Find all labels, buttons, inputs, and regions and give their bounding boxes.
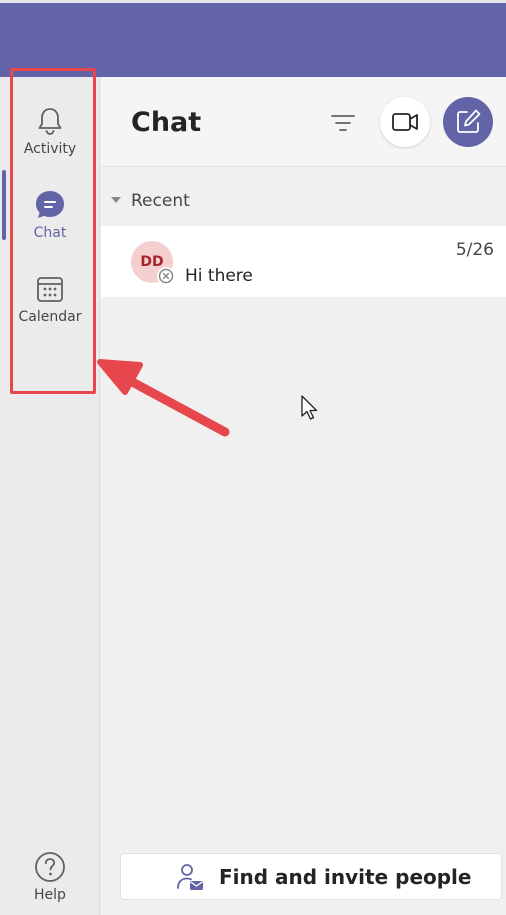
video-camera-icon bbox=[392, 113, 418, 131]
message-preview: Hi there bbox=[185, 266, 253, 286]
find-and-invite-people-button[interactable]: Find and invite people bbox=[120, 853, 502, 900]
page-title: Chat bbox=[131, 107, 202, 138]
caret-down-icon bbox=[111, 197, 121, 203]
teams-window: Activity Chat Calendar Help Chat Recent … bbox=[0, 0, 506, 915]
app-bar-item-activity[interactable]: Activity bbox=[0, 91, 100, 171]
recent-label: Recent bbox=[131, 191, 190, 211]
help-button[interactable]: Help bbox=[0, 851, 100, 911]
compose-icon bbox=[457, 109, 481, 133]
app-bar-item-calendar[interactable]: Calendar bbox=[0, 259, 100, 339]
mouse-cursor-icon bbox=[300, 394, 320, 422]
meet-now-button[interactable] bbox=[380, 97, 430, 147]
chat-panel: Chat Recent DD Hi there 5/26 Find and in… bbox=[101, 77, 506, 915]
recent-section-toggle[interactable]: Recent bbox=[101, 189, 506, 215]
app-bar-item-label: Chat bbox=[33, 225, 67, 241]
chat-list-item[interactable]: DD Hi there 5/26 bbox=[101, 226, 506, 297]
calendar-icon bbox=[34, 273, 66, 305]
new-chat-button[interactable] bbox=[443, 97, 493, 147]
app-bar-item-label: Calendar bbox=[18, 309, 82, 325]
app-bar-item-label: Activity bbox=[23, 141, 77, 157]
help-label: Help bbox=[34, 887, 66, 903]
question-mark-icon bbox=[34, 851, 66, 883]
bell-icon bbox=[34, 105, 66, 137]
filter-button[interactable] bbox=[329, 109, 357, 137]
chat-header: Chat bbox=[101, 77, 506, 167]
chat-bubble-icon bbox=[34, 189, 66, 221]
filter-icon bbox=[331, 115, 355, 131]
title-bar bbox=[0, 0, 506, 77]
app-bar: Activity Chat Calendar Help bbox=[0, 77, 100, 915]
offline-status-icon bbox=[157, 267, 175, 285]
find-and-invite-people-label: Find and invite people bbox=[219, 865, 472, 889]
invite-person-icon bbox=[175, 862, 205, 892]
app-bar-item-chat[interactable]: Chat bbox=[0, 175, 100, 255]
message-timestamp: 5/26 bbox=[455, 240, 494, 260]
